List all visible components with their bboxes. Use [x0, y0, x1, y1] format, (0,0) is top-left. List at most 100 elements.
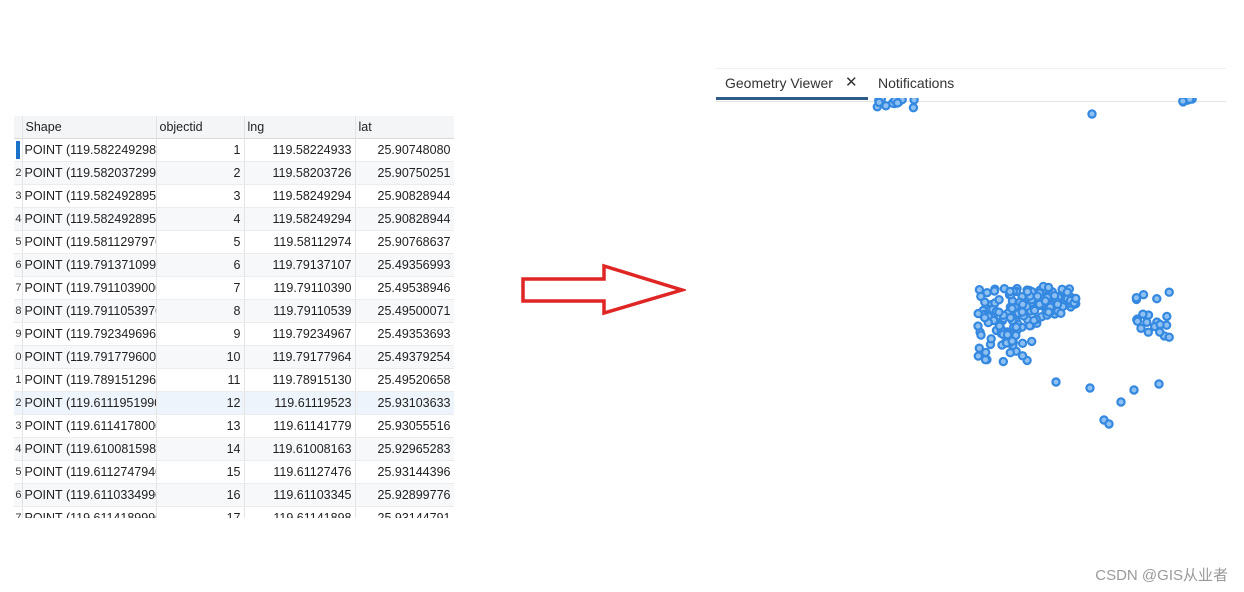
cell-lat[interactable]: 25.90748080 — [355, 138, 454, 162]
point-marker[interactable] — [994, 321, 1005, 331]
table-row[interactable]: 5 POINT (119.58112979700 5 119.58112974 25.9… — [14, 230, 454, 254]
cell-shape[interactable]: POINT (119.79234969600 — [22, 322, 157, 346]
cell-lat[interactable]: 25.49356993 — [355, 253, 454, 277]
point-marker[interactable] — [989, 286, 1000, 296]
geometry-viewer-map[interactable] — [706, 98, 1236, 438]
cell-lng[interactable]: 119.61141898 — [244, 506, 356, 518]
row-number[interactable]: 7 — [14, 276, 23, 300]
table-row[interactable]: 6 POINT (119.79137109900 6 119.79137107 25.4… — [14, 253, 454, 277]
cell-shape[interactable]: POINT (119.61008159800 — [22, 437, 157, 461]
cell-lat[interactable]: 25.92899776 — [355, 483, 454, 507]
cell-shape[interactable]: POINT (119.58112979700 — [22, 230, 157, 254]
row-number[interactable]: 1 — [14, 368, 23, 392]
cell-lat[interactable]: 25.49538946 — [355, 276, 454, 300]
cell-lng[interactable]: 119.58224933 — [244, 138, 356, 162]
cell-lng[interactable]: 119.79137107 — [244, 253, 356, 277]
cell-objectid[interactable]: 12 — [156, 391, 245, 415]
point-marker[interactable] — [1162, 311, 1172, 322]
point-marker[interactable] — [1007, 303, 1017, 314]
table-row[interactable]: 6 POINT (119.61103349900 16 119.61103345 25.… — [14, 483, 454, 507]
cell-objectid[interactable]: 2 — [156, 161, 245, 185]
cell-lat[interactable]: 25.49500071 — [355, 299, 454, 323]
point-marker[interactable] — [1032, 291, 1043, 301]
row-number[interactable] — [14, 138, 23, 162]
cell-objectid[interactable]: 3 — [156, 184, 245, 208]
cell-shape[interactable]: POINT (119.61103349900 — [22, 483, 157, 507]
cell-objectid[interactable]: 7 — [156, 276, 245, 300]
cell-shape[interactable]: POINT (119.79137109900 — [22, 253, 157, 277]
table-row[interactable]: 1 POINT (119.78915129600 11 119.78915130 25.… — [14, 368, 454, 392]
cell-lng[interactable]: 119.58203726 — [244, 161, 356, 185]
cell-lng[interactable]: 119.79177964 — [244, 345, 356, 369]
point-marker[interactable] — [1154, 379, 1164, 389]
cell-lat[interactable]: 25.93144396 — [355, 460, 454, 484]
row-number[interactable]: 6 — [14, 483, 23, 507]
cell-lat[interactable]: 25.49379254 — [355, 345, 454, 369]
column-header-shape[interactable]: Shape — [22, 116, 157, 139]
cell-lat[interactable]: 25.49353693 — [355, 322, 454, 346]
point-marker[interactable] — [1056, 308, 1066, 318]
table-row[interactable]: 7 POINT (119.61141899900 17 119.61141898 25.… — [14, 506, 454, 518]
cell-lng[interactable]: 119.61103345 — [244, 483, 356, 507]
table-row[interactable]: 4 POINT (119.58249289500 4 119.58249294 25.9… — [14, 207, 454, 231]
table-row[interactable]: 8 POINT (119.79110539700 8 119.79110539 25.4… — [14, 299, 454, 323]
cell-lat[interactable]: 25.93144791 — [355, 506, 454, 518]
point-marker[interactable] — [998, 356, 1008, 367]
point-marker[interactable] — [1043, 307, 1054, 317]
row-number[interactable]: 4 — [14, 207, 23, 231]
point-marker[interactable] — [994, 307, 1004, 317]
point-marker[interactable] — [1029, 305, 1040, 316]
table-row[interactable]: 2 POINT (119.58203729900 2 119.58203726 25.9… — [14, 161, 454, 185]
cell-lng[interactable]: 119.78915130 — [244, 368, 356, 392]
cell-lat[interactable]: 25.93103633 — [355, 391, 454, 415]
row-number[interactable]: 5 — [14, 460, 23, 484]
cell-lat[interactable]: 25.90750251 — [355, 161, 454, 185]
point-marker[interactable] — [1043, 282, 1054, 293]
point-marker[interactable] — [1005, 347, 1015, 358]
tab-notifications[interactable]: Notifications — [878, 75, 954, 91]
cell-objectid[interactable]: 13 — [156, 414, 245, 438]
point-marker[interactable] — [1051, 377, 1061, 387]
point-marker[interactable] — [1138, 289, 1149, 300]
cell-lat[interactable]: 25.90768637 — [355, 230, 454, 254]
cell-objectid[interactable]: 6 — [156, 253, 245, 277]
cell-shape[interactable]: POINT (119.61141780000 — [22, 414, 157, 438]
point-marker[interactable] — [974, 343, 984, 353]
row-number[interactable]: 9 — [14, 322, 23, 346]
point-marker[interactable] — [1017, 307, 1027, 317]
table-row[interactable]: 0 POINT (119.79177960000 10 119.79177964 25.… — [14, 345, 454, 369]
row-number[interactable]: 2 — [14, 161, 23, 185]
cell-shape[interactable]: POINT (119.79110390000 — [22, 276, 157, 300]
cell-objectid[interactable]: 1 — [156, 138, 245, 162]
point-marker[interactable] — [1040, 296, 1051, 306]
point-marker[interactable] — [1049, 290, 1060, 301]
point-marker[interactable] — [973, 351, 983, 361]
point-marker[interactable] — [1104, 419, 1114, 429]
cell-lng[interactable]: 119.79110539 — [244, 299, 356, 323]
point-marker[interactable] — [1116, 397, 1126, 407]
cell-objectid[interactable]: 4 — [156, 207, 245, 231]
row-number[interactable]: 3 — [14, 184, 23, 208]
cell-lng[interactable]: 119.58249294 — [244, 184, 356, 208]
row-number[interactable]: 0 — [14, 345, 23, 369]
row-number[interactable]: 5 — [14, 230, 23, 254]
cell-shape[interactable]: POINT (119.79110539700 — [22, 299, 157, 323]
cell-objectid[interactable]: 14 — [156, 437, 245, 461]
cell-lng[interactable]: 119.58249294 — [244, 207, 356, 231]
table-row[interactable]: 5 POINT (119.61127479400 15 119.61127476 25.… — [14, 460, 454, 484]
point-marker[interactable] — [986, 334, 996, 344]
table-row[interactable]: 3 POINT (119.61141780000 13 119.61141779 25.… — [14, 414, 454, 438]
point-marker[interactable] — [994, 294, 1004, 305]
cell-lat[interactable]: 25.90828944 — [355, 184, 454, 208]
cell-lat[interactable]: 25.49520658 — [355, 368, 454, 392]
cell-shape[interactable]: POINT (119.58249289500 — [22, 207, 157, 231]
point-marker[interactable] — [1132, 316, 1143, 326]
point-marker[interactable] — [1022, 286, 1033, 297]
point-marker[interactable] — [1017, 338, 1028, 348]
point-marker[interactable] — [908, 102, 919, 113]
cell-objectid[interactable]: 16 — [156, 483, 245, 507]
column-header-objectid[interactable]: objectid — [156, 116, 245, 139]
cell-shape[interactable]: POINT (119.79177960000 — [22, 345, 157, 369]
point-marker[interactable] — [1005, 312, 1016, 323]
cell-lng[interactable]: 119.61141779 — [244, 414, 356, 438]
